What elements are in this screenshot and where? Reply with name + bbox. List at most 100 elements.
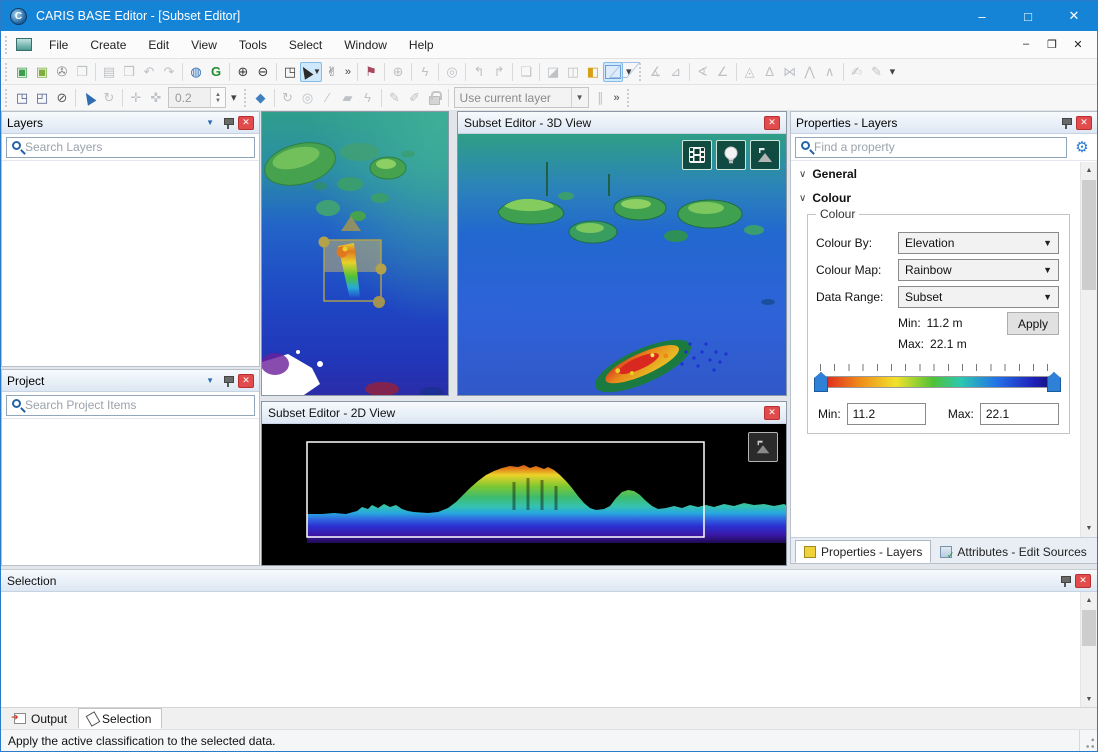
menu-grip[interactable] <box>4 36 9 54</box>
record-movie-button[interactable] <box>682 140 712 170</box>
survey-leg-icon[interactable]: ∧ <box>820 62 840 82</box>
properties-search-box[interactable] <box>795 137 1067 158</box>
document-window-icon[interactable] <box>16 38 32 51</box>
select-tool-icon[interactable]: ▼ <box>300 62 322 82</box>
project-search-input[interactable] <box>25 398 254 412</box>
scroll-up-icon[interactable]: ▲ <box>1081 592 1097 609</box>
angle-minus-icon[interactable]: ∢ <box>693 62 713 82</box>
properties-pin-icon[interactable] <box>1061 117 1071 129</box>
globe-icon[interactable]: ◍ <box>186 62 206 82</box>
lock-edit-icon[interactable] <box>425 88 445 108</box>
merge-area-icon[interactable]: ▰ <box>338 88 358 108</box>
menu-select[interactable]: Select <box>278 33 333 57</box>
scroll-up-icon[interactable]: ▲ <box>1081 162 1097 179</box>
layers-search-input[interactable] <box>25 140 254 154</box>
subset-handle-right[interactable] <box>376 264 387 275</box>
target-selection-icon[interactable]: ◎ <box>298 88 318 108</box>
spinner-arrows-icon[interactable]: ▲▼ <box>210 88 225 107</box>
zoom-area-icon[interactable]: ◳ <box>280 62 300 82</box>
menu-help[interactable]: Help <box>398 33 445 57</box>
copy-icon[interactable]: ❐ <box>72 62 92 82</box>
tab-output[interactable]: Output <box>3 708 78 729</box>
menu-file[interactable]: File <box>38 33 79 57</box>
measure-area-icon[interactable]: ⊿ <box>666 62 686 82</box>
project-pin-icon[interactable] <box>223 375 233 387</box>
window-titlebar[interactable]: C CARIS BASE Editor - [Subset Editor] – … <box>1 1 1097 31</box>
project-close-icon[interactable]: ✕ <box>238 374 254 388</box>
close-button[interactable]: ✕ <box>1051 1 1097 31</box>
split-line-icon[interactable]: ∕ <box>318 88 338 108</box>
layers-menu-icon[interactable]: ▼ <box>202 118 218 127</box>
toolbar-grip[interactable] <box>243 89 248 107</box>
zoom-in-icon[interactable]: ⊕ <box>233 62 253 82</box>
pick-rotate-icon[interactable]: ↱ <box>489 62 509 82</box>
flash-edit-icon[interactable]: ϟ <box>358 88 378 108</box>
layers-search-box[interactable] <box>6 137 255 158</box>
lighting-button[interactable] <box>716 140 746 170</box>
slider-max-handle[interactable] <box>1047 372 1061 392</box>
move-node-icon[interactable]: ✛ <box>126 88 146 108</box>
clear-selection-icon[interactable]: ⊘ <box>52 88 72 108</box>
survey-node-icon[interactable]: ∆ <box>760 62 780 82</box>
assign-layer-icon[interactable]: ❏ <box>516 62 536 82</box>
mdi-close-button[interactable]: ✕ <box>1065 38 1091 51</box>
scroll-down-icon[interactable]: ▼ <box>1081 520 1097 537</box>
import-data-icon[interactable]: ▣ <box>12 62 32 82</box>
draw-line-icon[interactable]: ✎ <box>385 88 405 108</box>
surface-flat-icon[interactable]: ◪ <box>543 62 563 82</box>
subset-3d-body[interactable] <box>458 134 786 398</box>
project-search-box[interactable] <box>6 395 255 416</box>
toolbar2-overflow2-icon[interactable]: » <box>611 92 623 104</box>
subset-3d-close-icon[interactable]: ✕ <box>764 116 780 130</box>
attach-file-icon[interactable]: ✇ <box>52 62 72 82</box>
pan-tool-icon[interactable]: ✌ <box>322 62 342 82</box>
subset-handle-bottom-right[interactable] <box>373 296 385 308</box>
lasso-select-icon[interactable]: ◎ <box>442 62 462 82</box>
survey-join-icon[interactable]: ⋈ <box>780 62 800 82</box>
tab-attributes-edit-sources[interactable]: Attributes - Edit Sources <box>931 540 1095 563</box>
max-input[interactable]: 22.1 <box>980 403 1059 425</box>
resize-grip[interactable] <box>1079 730 1097 752</box>
menu-window[interactable]: Window <box>333 33 398 57</box>
tab-properties-layers[interactable]: Properties - Layers <box>795 540 931 563</box>
scrollbar-thumb[interactable] <box>1082 610 1096 646</box>
slider-min-handle[interactable] <box>814 372 828 392</box>
annotate-icon[interactable]: ✍ <box>847 62 867 82</box>
pick-move-icon[interactable]: ↰ <box>469 62 489 82</box>
target-layer-combo[interactable]: Use current layer▼ <box>454 87 589 108</box>
toolbar-grip[interactable] <box>4 89 9 107</box>
subset-3d-canvas[interactable] <box>458 134 786 395</box>
properties-close-icon[interactable]: ✕ <box>1076 116 1092 130</box>
select-rect-icon[interactable]: ◳ <box>12 88 32 108</box>
toolbar2-overflow-icon[interactable]: ▾ <box>228 91 240 104</box>
georeference-icon[interactable]: ◆ <box>251 88 271 108</box>
subset-handle-top-left[interactable] <box>319 237 330 248</box>
selection-close-icon[interactable]: ✕ <box>1075 574 1091 588</box>
min-input[interactable]: 11.2 <box>847 403 926 425</box>
step-node-icon[interactable]: ↻ <box>99 88 119 108</box>
scroll-down-icon[interactable]: ▼ <box>1081 691 1097 708</box>
data-range-select[interactable]: Subset ▼ <box>898 286 1059 308</box>
survey-span-icon[interactable]: ⋀ <box>800 62 820 82</box>
measure-angle-icon[interactable]: ∡ <box>646 62 666 82</box>
properties-search-input[interactable] <box>814 140 1066 154</box>
menu-edit[interactable]: Edit <box>137 33 180 57</box>
subset-2d-close-icon[interactable]: ✕ <box>764 406 780 420</box>
angle-plus-icon[interactable]: ∠ <box>713 62 733 82</box>
project-menu-icon[interactable]: ▼ <box>202 376 218 385</box>
orientation-button[interactable] <box>750 140 780 170</box>
undo-icon[interactable]: ↶ <box>139 62 159 82</box>
selection-pin-icon[interactable] <box>1060 575 1070 587</box>
snap-node-icon[interactable]: ✜ <box>146 88 166 108</box>
colour-range-slider[interactable] <box>814 371 1061 393</box>
survey-net-icon[interactable]: ◬ <box>740 62 760 82</box>
toolbar-grip[interactable] <box>638 63 643 81</box>
paste-icon[interactable]: ❒ <box>119 62 139 82</box>
properties-gear-icon[interactable]: ⚙ <box>1071 137 1093 158</box>
rotate-selection-icon[interactable]: ↻ <box>278 88 298 108</box>
draw-curve-icon[interactable]: ✐ <box>405 88 425 108</box>
quick-select-icon[interactable]: ϟ <box>415 62 435 82</box>
query-select-icon[interactable] <box>79 88 99 108</box>
chevron-down-icon[interactable]: ▼ <box>571 88 588 107</box>
menu-view[interactable]: View <box>180 33 228 57</box>
